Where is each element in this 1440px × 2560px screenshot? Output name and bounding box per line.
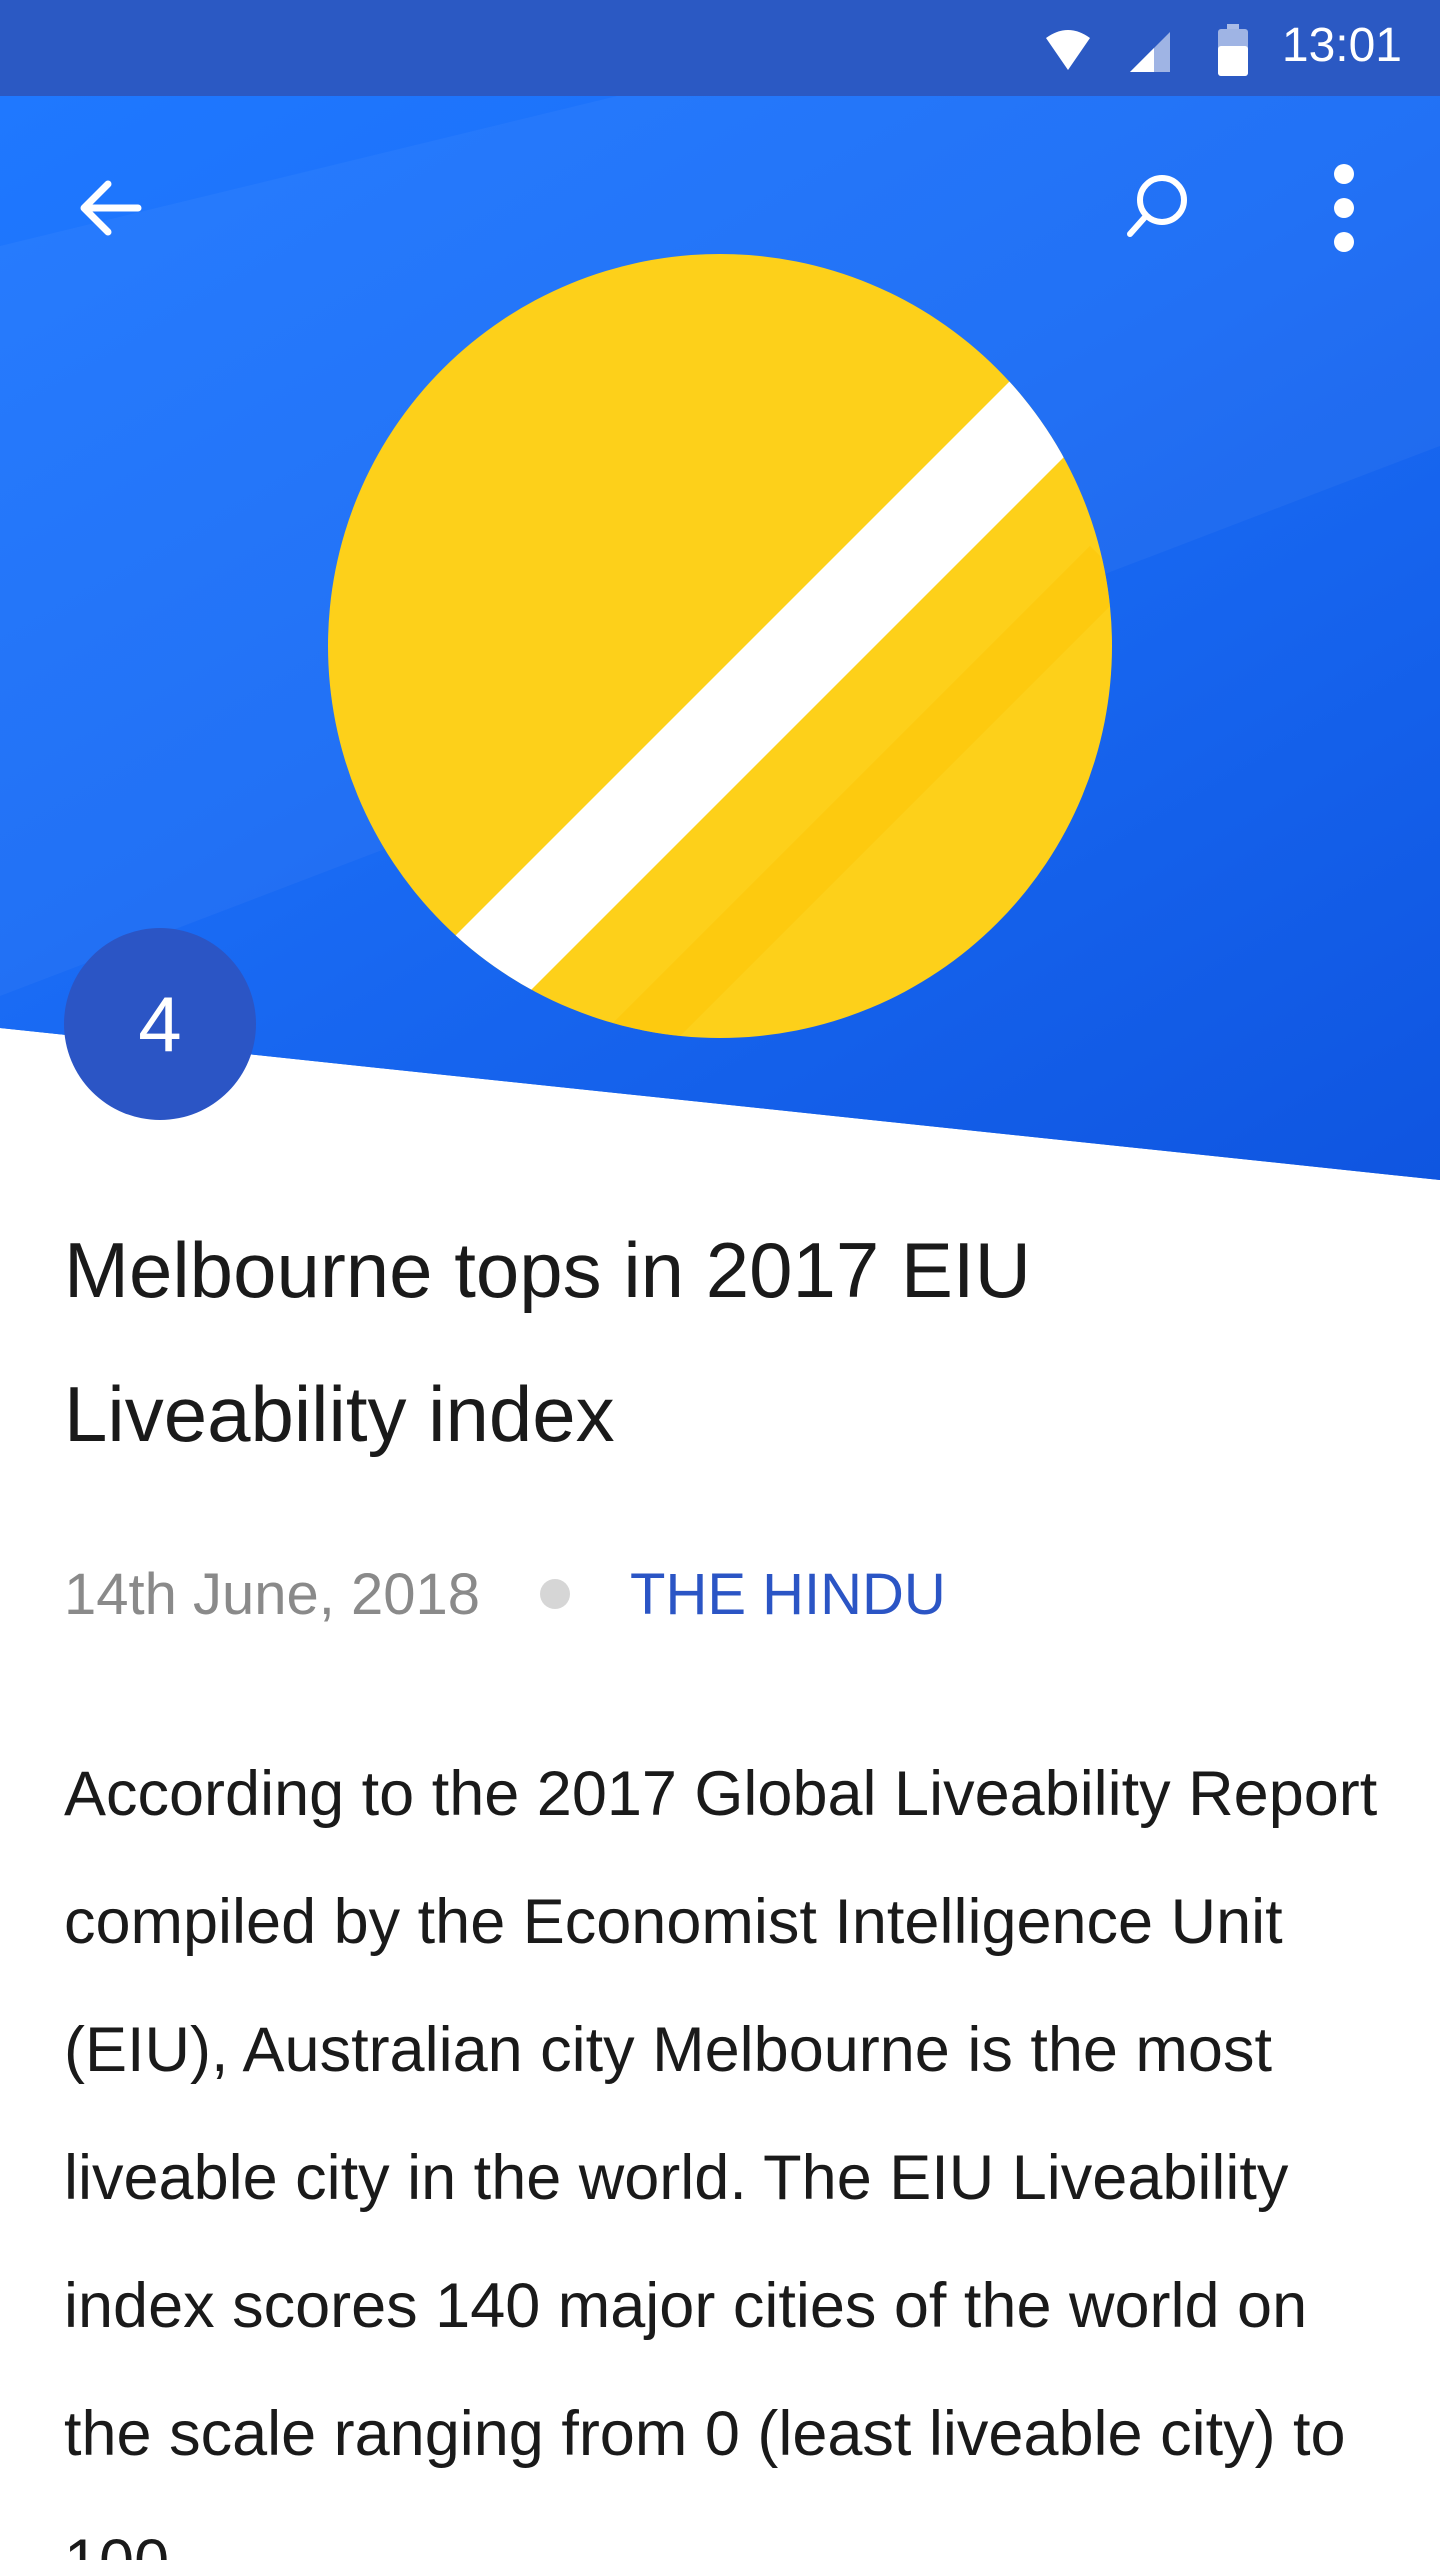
article-source-link[interactable]: THE HINDU <box>630 1561 946 1628</box>
more-options-button[interactable] <box>1296 160 1392 256</box>
article-meta: 14th June, 2018 THE HINDU <box>64 1552 946 1636</box>
article-title: Melbourne tops in 2017 EIU Liveability i… <box>64 1226 1031 1458</box>
back-button[interactable] <box>62 160 158 256</box>
article-date: 14th June, 2018 <box>64 1561 481 1627</box>
search-icon <box>1127 175 1187 237</box>
search-button[interactable] <box>1108 158 1204 254</box>
more-vertical-icon <box>1334 164 1354 252</box>
status-time: 13:01 <box>1281 19 1402 72</box>
battery-icon <box>1218 24 1248 76</box>
status-bar: 13:01 <box>0 0 1440 96</box>
screen: 13:01 4 Melbourne tops in 2017 EIU Livea… <box>0 0 1440 2560</box>
separator-dot <box>540 1579 571 1609</box>
arrow-back-icon <box>80 180 142 236</box>
cell-signal-icon <box>1130 32 1170 72</box>
wifi-icon <box>1046 30 1090 70</box>
article-body: According to the 2017 Global Liveability… <box>64 1759 1378 2560</box>
rank-badge: 4 <box>64 928 256 1120</box>
